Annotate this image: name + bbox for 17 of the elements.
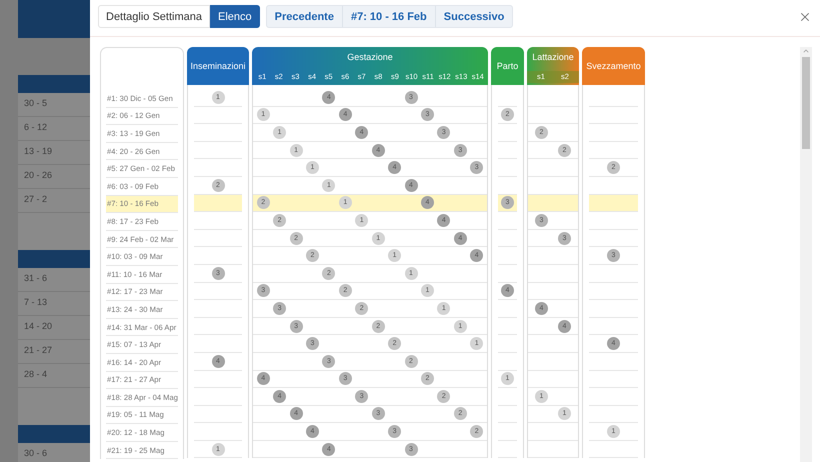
scroll-up-icon[interactable] [802,47,810,55]
view-tab[interactable]: Elenco [210,5,260,28]
header-title: Gestazione [347,51,393,62]
nav-button[interactable]: #7: 10 - 16 Feb [342,6,435,27]
nav-button[interactable]: Successivo [434,6,512,27]
table-header [18,425,90,443]
scrollbar[interactable] [800,47,812,462]
header-title: Lattazione [532,51,574,62]
column-header: Svezzamento [582,47,645,85]
nav-button[interactable]: Precedente [266,6,342,27]
table-header [18,250,90,268]
scrollbar-thumb[interactable] [802,57,810,149]
view-tab[interactable]: Dettaglio Settimana [98,5,210,28]
page-header [18,0,90,38]
table-header [18,75,90,93]
column-header: Parto [491,47,524,85]
column-header: Inseminazioni [187,47,249,85]
